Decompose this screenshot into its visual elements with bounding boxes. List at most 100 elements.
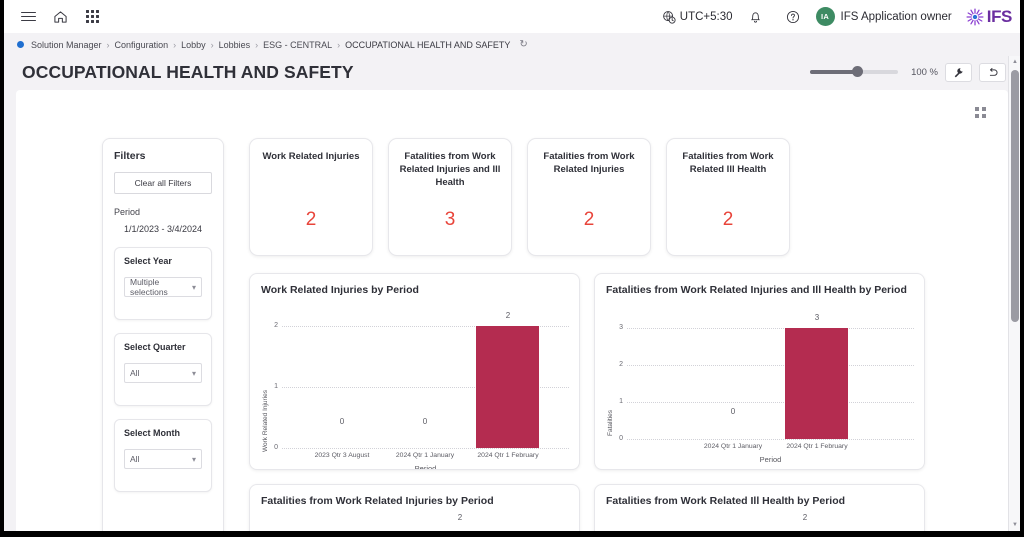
kpi-title: Fatalities from Work Related Injuries an… [399, 151, 501, 189]
page-header-tools: 100 % [810, 62, 1006, 82]
app-launcher-button[interactable] [78, 4, 106, 30]
home-button[interactable] [46, 4, 74, 30]
chart-x-tick: 2023 Qtr 3 August [314, 452, 370, 459]
zoom-level-label: 100 % [911, 66, 938, 78]
chart-y-tick: 0 [274, 444, 278, 451]
chart-card-work-related-injuries-by-period[interactable]: Work Related Injuries by Period Work Rel… [249, 273, 580, 470]
app-grid-icon [85, 10, 99, 23]
chevron-down-icon: ▾ [191, 454, 196, 464]
chart-gridline [627, 328, 914, 329]
chart-card-fatalities-work-related-ill-health-by-period[interactable]: Fatalities from Work Related Ill Health … [594, 484, 925, 531]
chart-plot-area: Work Related Injuries 2 1 0 0 0 2 2023 Q… [250, 304, 579, 469]
chart-x-tick: 2024 Qtr 1 January [395, 452, 455, 459]
chart-title: Work Related Injuries by Period [261, 284, 419, 296]
breadcrumb: Solution Manager › Configuration › Lobby… [4, 33, 1020, 56]
chart-gridline [627, 365, 914, 366]
undo-button[interactable] [979, 62, 1006, 82]
breadcrumb-separator: › [337, 39, 341, 50]
chart-card-fatalities-work-related-injuries-by-period[interactable]: Fatalities from Work Related Injuries by… [249, 484, 580, 531]
chart-bar-label: 3 [814, 313, 820, 322]
chart-x-axis-title: Period [414, 464, 437, 470]
chart-title: Fatalities from Work Related Injuries an… [606, 284, 907, 296]
zoom-slider[interactable] [810, 65, 899, 79]
period-value: 1/1/2023 - 3/4/2024 [123, 224, 203, 234]
filter-card-select-quarter: Select Quarter All ▾ [114, 333, 212, 406]
breadcrumb-item-0[interactable]: Solution Manager [31, 40, 102, 50]
top-navigation-bar: UTC+5:30 IA IFS Application owner IFS [4, 0, 1020, 33]
filters-title: Filters [114, 150, 146, 162]
breadcrumb-item-2[interactable]: Lobby [181, 40, 206, 50]
breadcrumb-separator: › [173, 39, 177, 50]
timezone-button[interactable]: UTC+5:30 [662, 10, 733, 24]
chart-x-tick: 2024 Qtr 1 February [477, 452, 539, 459]
filter-card-select-month: Select Month All ▾ [114, 419, 212, 492]
breadcrumb-separator: › [210, 39, 214, 50]
chart-x-tick: 2024 Qtr 1 January [703, 443, 763, 450]
chart-y-tick: 2 [274, 322, 278, 329]
chart-bar-label: 2 [802, 513, 808, 522]
arrange-tiles-icon[interactable] [975, 107, 986, 118]
chart-y-tick: 1 [274, 383, 278, 390]
chart-bar-label: 0 [422, 417, 428, 426]
chart-card-fatalities-injuries-ill-health-by-period[interactable]: Fatalities from Work Related Injuries an… [594, 273, 925, 470]
chart-title: Fatalities from Work Related Ill Health … [606, 495, 846, 507]
filters-panel: Filters Clear all Filters Period 1/1/202… [102, 138, 224, 531]
chart-bar-label: 2 [505, 311, 511, 320]
breadcrumb-item-5[interactable]: OCCUPATIONAL HEALTH AND SAFETY [345, 40, 510, 50]
kpi-value: 3 [444, 209, 456, 230]
configure-button[interactable] [945, 62, 972, 82]
notifications-button[interactable] [742, 4, 770, 30]
breadcrumb-separator: › [255, 39, 259, 50]
help-icon [786, 10, 799, 23]
select-quarter-dropdown[interactable]: All ▾ [124, 363, 202, 383]
chart-y-tick: 0 [619, 435, 623, 442]
kpi-card-work-related-injuries[interactable]: Work Related Injuries 2 [249, 138, 373, 256]
zoom-slider-knob[interactable] [852, 66, 864, 77]
kpi-value: 2 [722, 209, 734, 230]
kpi-card-fatalities-injuries-and-ill-health[interactable]: Fatalities from Work Related Injuries an… [388, 138, 512, 256]
breadcrumb-item-3[interactable]: Lobbies [219, 40, 251, 50]
undo-icon [989, 67, 997, 76]
user-account-button[interactable]: IA IFS Application owner [815, 7, 952, 26]
select-quarter-value: All [130, 368, 140, 378]
chart-plot-area: Fatalities 3 2 1 0 0 3 2024 Qtr 1 Januar… [595, 313, 924, 469]
scroll-down-arrow-icon[interactable]: ▼ [1009, 519, 1020, 531]
page-header: OCCUPATIONAL HEALTH AND SAFETY 100 % [4, 56, 1020, 88]
breadcrumb-item-4[interactable]: ESG - CENTRAL [263, 40, 332, 50]
filter-title-select-quarter: Select Quarter [124, 342, 186, 352]
select-month-dropdown[interactable]: All ▾ [124, 449, 202, 469]
kpi-card-fatalities-work-related-injuries[interactable]: Fatalities from Work Related Injuries 2 [527, 138, 651, 256]
breadcrumb-item-1[interactable]: Configuration [115, 40, 169, 50]
scrollbar-thumb[interactable] [1011, 70, 1019, 322]
kpi-value: 2 [583, 209, 595, 230]
breadcrumb-status-dot [17, 41, 24, 48]
chart-y-axis-title: Work Related Injuries [262, 389, 269, 452]
chart-bar[interactable] [785, 328, 848, 439]
refresh-icon[interactable]: ↻ [519, 39, 527, 50]
filter-card-select-year: Select Year Multiple selections ▾ [114, 247, 212, 320]
chart-title: Fatalities from Work Related Injuries by… [261, 495, 494, 507]
kpi-card-fatalities-work-related-ill-health[interactable]: Fatalities from Work Related Ill Health … [666, 138, 790, 256]
chart-y-tick: 2 [619, 361, 623, 368]
vertical-scrollbar[interactable]: ▲ ▼ [1008, 56, 1020, 531]
chart-y-tick: 1 [619, 398, 623, 405]
chevron-down-icon: ▾ [191, 282, 196, 292]
user-name-label: IFS Application owner [840, 10, 952, 23]
scroll-up-arrow-icon[interactable]: ▲ [1009, 56, 1020, 68]
period-label: Period [114, 207, 141, 217]
chart-bar[interactable] [476, 326, 539, 448]
notifications-icon [750, 11, 761, 23]
kpi-title: Fatalities from Work Related Injuries [543, 151, 635, 176]
hamburger-menu-button[interactable] [14, 4, 42, 30]
chart-gridline [627, 402, 914, 403]
chevron-down-icon: ▾ [191, 368, 196, 378]
app-window-frame: UTC+5:30 IA IFS Application owner IFS So… [0, 0, 1024, 537]
zoom-slider-fill [810, 70, 858, 74]
select-year-dropdown[interactable]: Multiple selections ▾ [124, 277, 202, 297]
select-month-value: All [130, 454, 140, 464]
chart-bar-label: 0 [730, 407, 736, 416]
brand-label: IFS [986, 6, 1013, 26]
clear-all-filters-button[interactable]: Clear all Filters [114, 172, 212, 194]
help-button[interactable] [779, 4, 807, 30]
chart-gridline [627, 439, 914, 440]
